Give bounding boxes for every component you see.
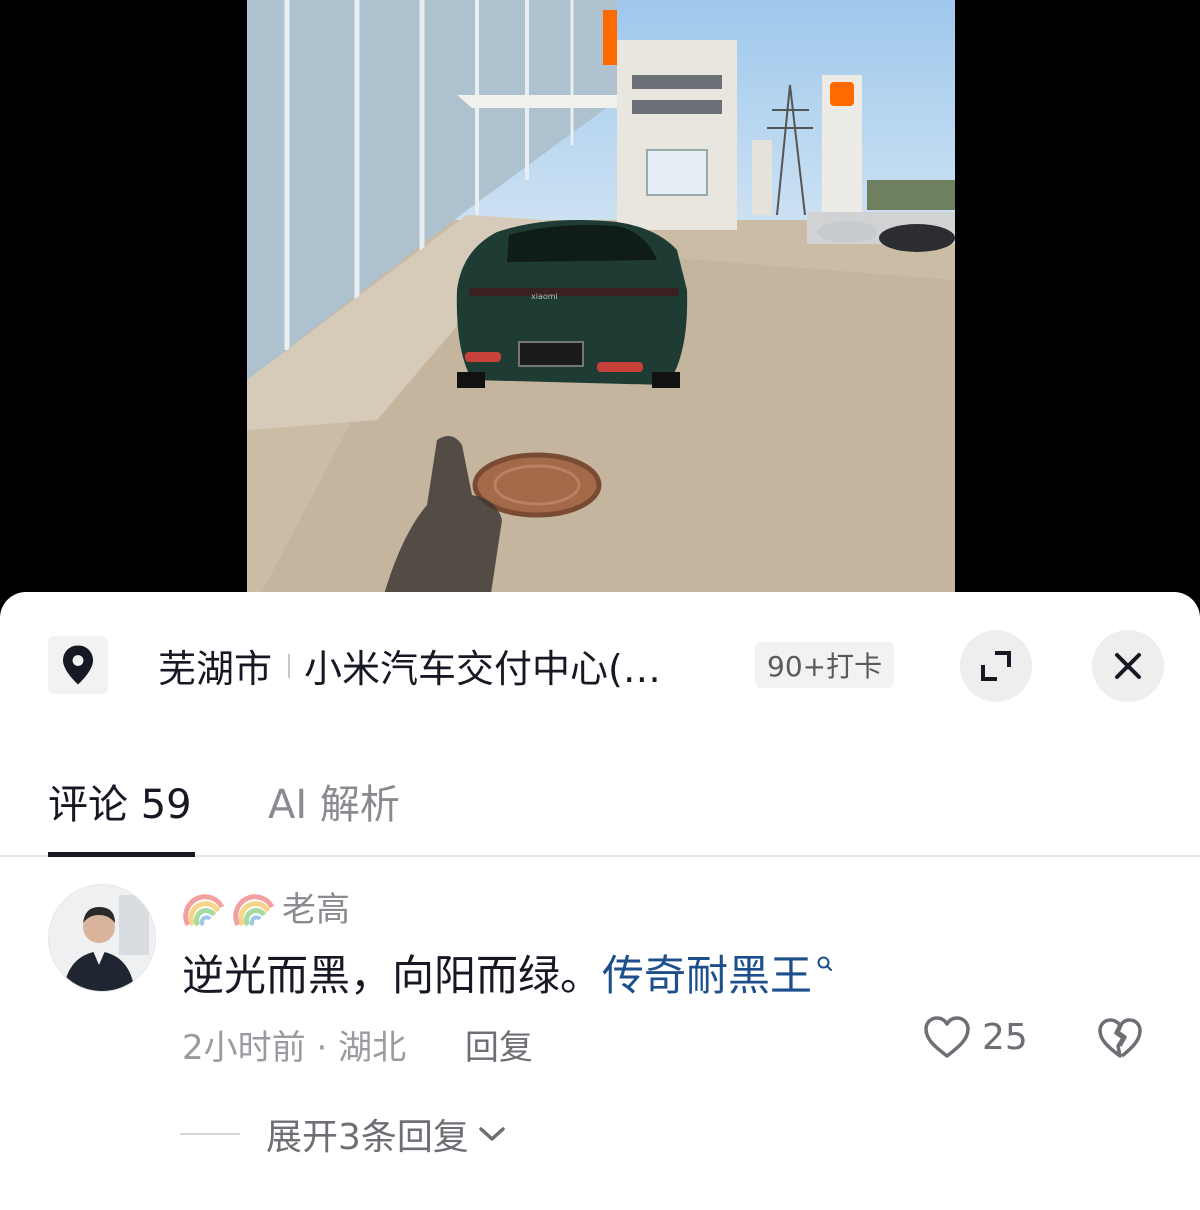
tab-comments[interactable]: 评论 59 <box>48 772 192 830</box>
location-title[interactable]: 芜湖市 小米汽车交付中心(… <box>158 638 661 693</box>
svg-text:xiaomi: xiaomi <box>531 292 558 301</box>
video-frame[interactable]: xiaomi <box>247 0 955 620</box>
checkin-badge: 90+打卡 <box>755 642 895 688</box>
car: xiaomi <box>456 219 688 388</box>
active-tab-indicator <box>48 852 195 857</box>
like-button[interactable]: 25 <box>922 1014 1028 1060</box>
comment-item[interactable]: 老高 逆光而黑，向阳而绿。 传奇耐黑王 2小时前 · 湖北 回复 25 展开3条… <box>0 882 1200 1182</box>
search-icon <box>817 956 833 971</box>
comment-username-row[interactable]: 老高 <box>182 882 350 931</box>
close-button[interactable] <box>1092 630 1164 702</box>
expand-replies[interactable]: 展开3条回复 <box>180 1108 507 1160</box>
chevron-down-icon <box>479 1127 505 1141</box>
comments-sheet: 芜湖市 小米汽车交付中心(… 90+打卡 评论 59 AI 解析 老高 逆光而黑… <box>0 592 1200 1210</box>
tab-ai-analysis[interactable]: AI 解析 <box>268 772 400 830</box>
comment-region: 湖北 <box>338 1028 407 1068</box>
comment-username[interactable]: 老高 <box>282 882 350 931</box>
dislike-button[interactable] <box>1096 1016 1144 1064</box>
comment-meta: 2小时前 · 湖北 回复 <box>182 1020 533 1069</box>
comment-time: 2小时前 <box>182 1028 306 1068</box>
rainbow-icon <box>183 893 225 926</box>
divider-line <box>180 1133 240 1135</box>
search-suggestion-link[interactable]: 传奇耐黑王 <box>602 942 812 1003</box>
location-separator <box>288 653 291 678</box>
broken-heart-icon <box>1098 1018 1142 1058</box>
like-count: 25 <box>982 1016 1028 1058</box>
expand-button[interactable] <box>960 630 1032 702</box>
expand-icon <box>981 651 1011 681</box>
location-pin-icon <box>48 636 108 694</box>
close-icon <box>1115 653 1141 679</box>
video-scene: xiaomi <box>247 0 955 620</box>
expand-replies-label: 展开3条回复 <box>266 1117 469 1158</box>
meta-dot: · <box>316 1028 339 1068</box>
rainbow-icon <box>233 893 275 926</box>
video-player[interactable]: xiaomi <box>0 0 1200 620</box>
reply-button[interactable]: 回复 <box>465 1028 533 1068</box>
location-city: 芜湖市 <box>158 647 273 691</box>
comment-body: 逆光而黑，向阳而绿。 传奇耐黑王 <box>182 942 834 1003</box>
location-place: 小米汽车交付中心(… <box>304 647 661 691</box>
tab-bar: 评论 59 AI 解析 <box>0 752 1200 857</box>
heart-icon <box>924 1016 970 1058</box>
comment-text: 逆光而黑，向阳而绿。 <box>182 951 603 1000</box>
avatar[interactable] <box>48 884 156 992</box>
location-bar[interactable]: 芜湖市 小米汽车交付中心(… 90+打卡 <box>0 628 1200 702</box>
